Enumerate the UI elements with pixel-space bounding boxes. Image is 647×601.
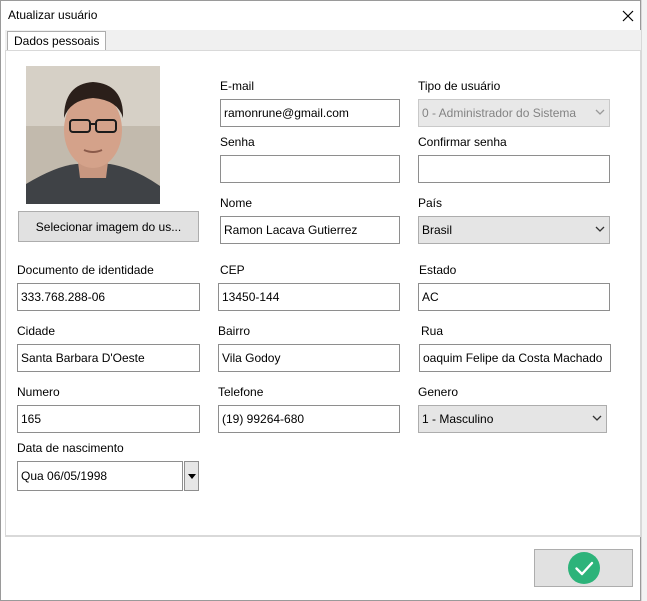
city-label: Cidade (17, 324, 56, 338)
footer-divider (5, 536, 641, 537)
close-icon (622, 10, 634, 22)
password-label: Senha (220, 135, 255, 149)
dropdown-triangle-icon (188, 474, 196, 479)
chevron-down-icon (595, 109, 605, 115)
chevron-down-icon (592, 415, 602, 421)
cep-label: CEP (220, 263, 245, 277)
gender-select[interactable]: 1 - Masculino (418, 405, 607, 433)
state-field[interactable]: AC (418, 283, 610, 311)
country-value: Brasil (422, 223, 453, 237)
tab-strip: Dados pessoais (5, 30, 641, 51)
confirm-password-label: Confirmar senha (418, 135, 507, 149)
password-field[interactable] (220, 155, 400, 183)
phone-field[interactable]: (19) 99264-680 (218, 405, 400, 433)
user-photo (26, 66, 160, 204)
phone-label: Telefone (218, 385, 264, 399)
name-field[interactable]: Ramon Lacava Gutierrez (220, 216, 400, 244)
email-label: E-mail (220, 79, 255, 93)
birth-date-label: Data de nascimento (17, 441, 124, 455)
district-label: Bairro (218, 324, 251, 338)
gender-value: 1 - Masculino (422, 412, 494, 426)
title-bar: Atualizar usuário (1, 1, 640, 29)
number-label: Numero (17, 385, 60, 399)
user-type-value: 0 - Administrador do Sistema (422, 106, 577, 120)
confirm-password-field[interactable] (418, 155, 610, 183)
id-document-field[interactable]: 333.768.288-06 (17, 283, 200, 311)
birth-date-field[interactable]: Qua 06/05/1998 (17, 461, 183, 491)
street-field[interactable]: oaquim Felipe da Costa Machado (419, 344, 611, 372)
district-field[interactable]: Vila Godoy (218, 344, 400, 372)
user-type-label: Tipo de usuário (418, 79, 501, 93)
birth-date-dropdown-button[interactable] (184, 461, 199, 491)
country-label: País (418, 196, 443, 210)
gender-label: Genero (418, 385, 459, 399)
window-title: Atualizar usuário (8, 8, 98, 22)
background-window-edge (641, 0, 647, 601)
name-label: Nome (220, 196, 253, 210)
close-button[interactable] (613, 4, 643, 28)
number-field[interactable]: 165 (17, 405, 200, 433)
confirm-button[interactable] (534, 549, 633, 587)
chevron-down-icon (595, 226, 605, 232)
user-type-select: 0 - Administrador do Sistema (418, 99, 610, 127)
city-field[interactable]: Santa Barbara D'Oeste (17, 344, 200, 372)
street-label: Rua (421, 324, 444, 338)
state-label: Estado (419, 263, 457, 277)
update-user-dialog: Atualizar usuário Dados pessoais Selecio… (0, 0, 641, 601)
cep-field[interactable]: 13450-144 (218, 283, 400, 311)
id-document-label: Documento de identidade (17, 263, 154, 277)
checkmark-circle-icon (567, 552, 600, 584)
email-field[interactable]: ramonrune@gmail.com (220, 99, 400, 127)
country-select[interactable]: Brasil (418, 216, 610, 244)
select-image-button[interactable]: Selecionar imagem do us... (18, 211, 199, 242)
tab-personal-data[interactable]: Dados pessoais (7, 31, 107, 51)
